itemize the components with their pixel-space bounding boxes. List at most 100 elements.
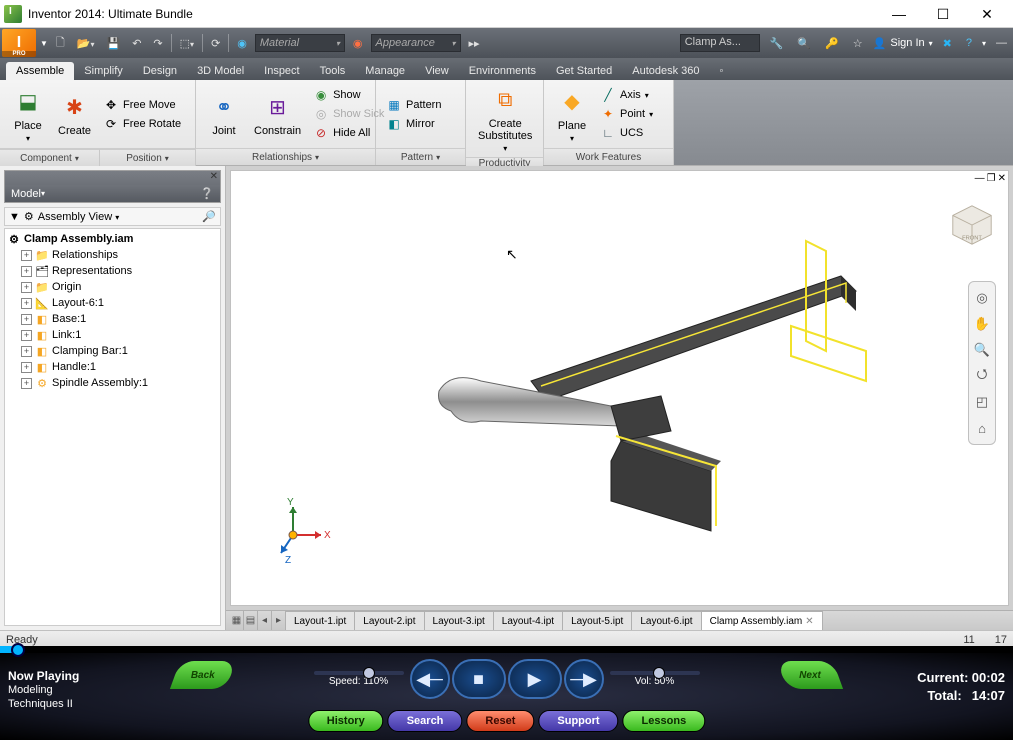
assembly-view-dropdown[interactable]: Assembly View ▾ — [38, 211, 119, 223]
minimize-button[interactable]: — — [877, 0, 921, 28]
more-icon[interactable]: ▸▸ — [465, 35, 484, 52]
volume-slider[interactable]: Vol: 50% — [610, 671, 700, 687]
app-menu-dropdown[interactable]: ▼ — [40, 39, 48, 48]
place-button[interactable]: ⬓Place▾ — [6, 84, 50, 145]
back-button[interactable]: Back — [170, 661, 236, 689]
tab-close-icon[interactable]: ✕ — [805, 616, 813, 627]
tab-next-icon[interactable]: ▸ — [272, 611, 286, 630]
open-button[interactable]: 📂▾ — [73, 35, 99, 52]
tab-assemble[interactable]: Assemble — [6, 62, 74, 80]
update-button[interactable]: ⟳ — [207, 35, 224, 52]
search-icon[interactable]: 🔍 — [793, 35, 815, 52]
constrain-button[interactable]: ⊞Constrain — [248, 89, 307, 139]
tab-tools[interactable]: Tools — [310, 62, 356, 80]
steering-wheel-icon[interactable]: ◎ — [972, 288, 992, 308]
pattern-button[interactable]: ▦Pattern — [382, 96, 445, 114]
tree-node[interactable]: +📐Layout-6:1 — [21, 295, 218, 311]
axis-button[interactable]: ╱Axis ▾ — [596, 86, 657, 104]
viewcube[interactable]: FRONT — [948, 201, 996, 249]
maximize-button[interactable]: ☐ — [921, 0, 965, 28]
tree-node[interactable]: +⚙Spindle Assembly:1 — [21, 375, 218, 391]
tree-node[interactable]: +📁Relationships — [21, 247, 218, 263]
reset-button[interactable]: Reset — [466, 710, 534, 732]
exchange-icon[interactable]: ✖ — [939, 35, 956, 52]
create-substitutes-button[interactable]: ⧉Create Substitutes▾ — [472, 82, 538, 155]
viewport-restore-icon[interactable]: ❐ — [987, 173, 996, 184]
play-button[interactable]: ▶ — [508, 659, 562, 699]
tree-node[interactable]: +◧Base:1 — [21, 311, 218, 327]
group-pattern[interactable]: Pattern▾ — [376, 148, 465, 165]
cascade-icon[interactable]: ▤ — [244, 611, 258, 630]
tree-node[interactable]: +◧Handle:1 — [21, 359, 218, 375]
create-button[interactable]: ✱Create — [52, 89, 97, 139]
doc-tab[interactable]: Layout-4.ipt — [493, 611, 563, 630]
tree-node[interactable]: +◧Clamping Bar:1 — [21, 343, 218, 359]
tree-node[interactable]: +📁Origin — [21, 279, 218, 295]
browser-close-icon[interactable]: ✕ — [210, 171, 218, 185]
collapse-ribbon-icon[interactable]: — — [992, 35, 1011, 51]
find-icon[interactable]: 🔎 — [202, 210, 216, 223]
tree-root[interactable]: ⚙Clamp Assembly.iam — [7, 231, 218, 247]
pan-icon[interactable]: ✋ — [972, 314, 992, 334]
undo-button[interactable]: ↶ — [128, 35, 145, 52]
appearance-combo[interactable]: Appearance▾ — [371, 34, 461, 52]
history-button[interactable]: History — [308, 710, 384, 732]
tab-3d-model[interactable]: 3D Model — [187, 62, 254, 80]
lookat-icon[interactable]: ◰ — [972, 392, 992, 412]
tab-prev-icon[interactable]: ◂ — [258, 611, 272, 630]
speed-slider[interactable]: Speed: 110% — [314, 671, 404, 687]
doc-tab[interactable]: Layout-2.ipt — [354, 611, 424, 630]
material-combo[interactable]: Material▾ — [255, 34, 345, 52]
search-box[interactable]: Clamp As... — [680, 34, 760, 52]
doc-tab[interactable]: Layout-6.ipt — [631, 611, 701, 630]
prev-track-button[interactable]: ◀─ — [410, 659, 450, 699]
appearance-swatch-icon[interactable]: ◉ — [349, 35, 367, 52]
zoom-icon[interactable]: 🔍 — [972, 340, 992, 360]
expand-icon[interactable]: + — [21, 346, 32, 357]
doc-tab[interactable]: Layout-5.ipt — [562, 611, 632, 630]
stop-button[interactable]: ■ — [452, 659, 506, 699]
expand-icon[interactable]: + — [21, 298, 32, 309]
plane-button[interactable]: ◆Plane▾ — [550, 84, 594, 145]
search-button[interactable]: Search — [388, 710, 463, 732]
model-tree[interactable]: ⚙Clamp Assembly.iam +📁Relationships +🗂Re… — [4, 228, 221, 626]
tab-simplify[interactable]: Simplify — [74, 62, 133, 80]
ucs-button[interactable]: ∟UCS — [596, 124, 657, 142]
tab-inspect[interactable]: Inspect — [254, 62, 309, 80]
doc-tab[interactable]: Layout-3.ipt — [424, 611, 494, 630]
group-position-label[interactable]: Position▾ — [100, 149, 196, 166]
next-track-button[interactable]: ─▶ — [564, 659, 604, 699]
save-button[interactable]: 💾 — [103, 35, 125, 52]
filter-icon[interactable]: ▼ — [9, 211, 20, 223]
select-button[interactable]: ⬚▾ — [176, 35, 198, 52]
group-component-label[interactable]: Component▾ — [0, 149, 100, 166]
viewport-minimize-icon[interactable]: — — [975, 173, 985, 184]
next-button[interactable]: Next — [777, 661, 843, 689]
lessons-button[interactable]: Lessons — [623, 710, 706, 732]
doc-tab-active[interactable]: Clamp Assembly.iam ✕ — [701, 611, 823, 630]
tab-autodesk-360[interactable]: Autodesk 360 — [622, 62, 709, 80]
favorite-icon[interactable]: ☆ — [849, 35, 867, 52]
search-settings-icon[interactable]: 🔧 — [766, 35, 788, 52]
app-logo[interactable]: IPRO — [2, 29, 36, 57]
tab-view[interactable]: View — [415, 62, 459, 80]
tree-node[interactable]: +🗂Representations — [21, 263, 218, 279]
material-swatch-icon[interactable]: ◉ — [233, 35, 251, 52]
point-button[interactable]: ✦Point ▾ — [596, 105, 657, 123]
browser-header[interactable]: Model▾❔ — [5, 185, 220, 202]
redo-button[interactable]: ↷ — [149, 35, 166, 52]
tab-environments[interactable]: Environments — [459, 62, 546, 80]
expand-icon[interactable]: + — [21, 330, 32, 341]
tile-icon[interactable]: ▦ — [230, 611, 244, 630]
home-view-icon[interactable]: ⌂ — [972, 418, 992, 438]
expand-icon[interactable]: + — [21, 266, 32, 277]
doc-tab[interactable]: Layout-1.ipt — [285, 611, 355, 630]
expand-icon[interactable]: + — [21, 314, 32, 325]
tab-design[interactable]: Design — [133, 62, 187, 80]
free-rotate-button[interactable]: ⟳Free Rotate — [99, 115, 185, 133]
key-icon[interactable]: 🔑 — [821, 35, 843, 52]
3d-viewport[interactable]: — ❐ ✕ FRONT ◎ ✋ 🔍 ⭯ ◰ ⌂ ↖ — [230, 170, 1009, 606]
tab-addin-bullet[interactable]: ◦ — [710, 62, 734, 80]
joint-button[interactable]: ⚭Joint — [202, 89, 246, 139]
orbit-icon[interactable]: ⭯ — [972, 366, 992, 386]
